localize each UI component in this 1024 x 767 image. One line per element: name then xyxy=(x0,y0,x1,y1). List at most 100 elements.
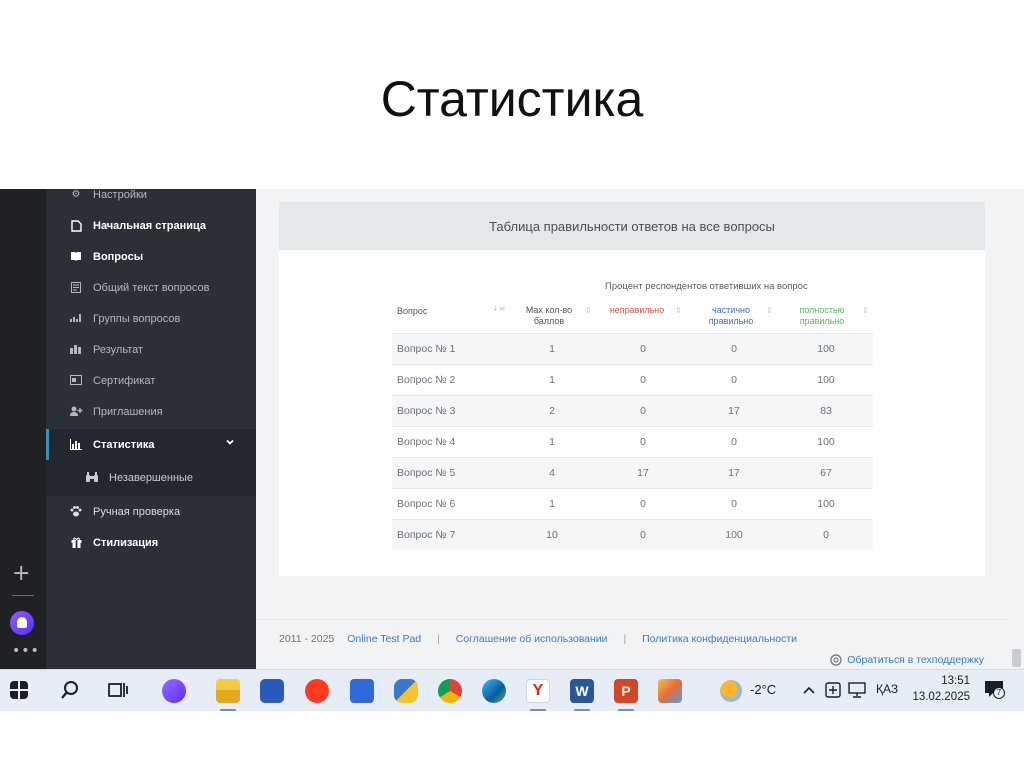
word-icon[interactable]: W xyxy=(570,679,594,703)
sidebar-item-label: Результат xyxy=(93,343,144,356)
windows-taskbar: Y W P -2°C ҚАЗ 13:51 13.02.2025 7 xyxy=(0,669,1024,711)
sidebar-item-questions[interactable]: Вопросы xyxy=(46,241,256,272)
chevron-down-icon[interactable] xyxy=(226,438,234,446)
sidebar-item-question-groups[interactable]: Группы вопросов xyxy=(46,303,256,334)
chevron-up-icon[interactable] xyxy=(803,686,815,694)
paw-icon xyxy=(70,505,82,518)
strip-divider xyxy=(12,595,34,596)
book-icon xyxy=(70,251,82,263)
sidebar-item-home[interactable]: Начальная страница xyxy=(46,210,256,241)
statistics-icon xyxy=(70,438,82,451)
alice-taskbar-icon[interactable] xyxy=(162,679,186,703)
footer-terms-link[interactable]: Соглашение об использовании xyxy=(456,633,608,645)
browser-screenshot: + ••• ⚙ Настройки Начальная страница Воп… xyxy=(0,189,1024,711)
notification-count: 7 xyxy=(993,687,1005,699)
weather-temperature[interactable]: -2°C xyxy=(750,682,776,697)
powerpoint-icon[interactable]: P xyxy=(614,679,638,703)
table-row: Вопрос № 7 10 0 100 0 xyxy=(392,519,873,550)
add-user-icon xyxy=(70,406,83,418)
sidebar-item-unfinished[interactable]: Незавершенные xyxy=(46,460,256,496)
clock-date: 13.02.2025 xyxy=(912,691,970,703)
page-scrollbar[interactable] xyxy=(1008,189,1024,669)
column-header-full[interactable]: полностью правильно xyxy=(788,305,856,327)
text-icon xyxy=(70,281,82,294)
bar-chart-icon xyxy=(70,344,82,356)
running-indicator xyxy=(220,709,236,711)
sidebar-item-label: Сертификат xyxy=(93,374,156,387)
footer-brand-link[interactable]: Online Test Pad xyxy=(347,633,421,645)
scrollbar-thumb[interactable] xyxy=(1012,649,1021,667)
clock-time: 13:51 xyxy=(941,675,970,687)
lifebuoy-icon xyxy=(830,654,842,666)
sidebar-item-label: Приглашения xyxy=(93,405,163,418)
security-icon[interactable] xyxy=(825,682,841,698)
support-label: Обратиться в техподдержку xyxy=(847,654,984,666)
table-row: Вопрос № 2 1 0 0 100 xyxy=(392,364,873,395)
sort-icon[interactable]: ⇕ xyxy=(675,306,682,315)
footer-separator: | xyxy=(437,633,440,645)
sidebar-item-label: Настройки xyxy=(93,189,147,201)
add-icon[interactable]: + xyxy=(12,561,30,586)
footer-separator: | xyxy=(623,633,627,645)
sidebar-item-label: Статистика xyxy=(93,438,155,451)
sidebar-item-label: Ручная проверка xyxy=(93,505,181,518)
search-icon[interactable] xyxy=(60,680,80,700)
sidebar-item-result[interactable]: Результат xyxy=(46,334,256,365)
notifications-button[interactable]: 7 xyxy=(984,680,1005,700)
sidebar-item-common-text[interactable]: Общий текст вопросов xyxy=(46,272,256,303)
sidebar-item-label: Вопросы xyxy=(93,250,144,263)
answers-table-card: Процент респондентов ответивших на вопро… xyxy=(279,250,985,576)
presentation-slide: Статистика + ••• ⚙ Настройки Начальная с… xyxy=(0,0,1024,767)
paint-icon[interactable] xyxy=(658,679,682,703)
sidebar-item-label: Группы вопросов xyxy=(93,312,181,325)
sort-icon[interactable]: ⇕ xyxy=(585,306,592,315)
footer-privacy-link[interactable]: Политика конфиденциальности xyxy=(642,633,797,645)
support-link[interactable]: Обратиться в техподдержку xyxy=(830,654,984,666)
weather-icon[interactable] xyxy=(720,680,742,702)
yandex-icon[interactable] xyxy=(305,679,329,703)
sidebar: ⚙ Настройки Начальная страница Вопросы О… xyxy=(46,189,256,669)
table-row: Вопрос № 3 2 0 17 83 xyxy=(392,395,873,426)
sidebar-item-settings[interactable]: ⚙ Настройки xyxy=(46,189,256,210)
file-explorer-icon[interactable] xyxy=(216,679,240,703)
sidebar-item-label: Общий текст вопросов xyxy=(93,281,210,294)
sidebar-item-invitations[interactable]: Приглашения xyxy=(46,396,256,427)
sort-icon[interactable]: ↓≡ xyxy=(492,304,505,313)
certificate-icon xyxy=(70,374,82,387)
sidebar-item-manual-check[interactable]: Ручная проверка xyxy=(46,496,256,527)
taskbar-clock[interactable]: 13:51 13.02.2025 xyxy=(912,673,970,705)
mail-icon[interactable] xyxy=(350,679,374,703)
running-indicator xyxy=(574,709,590,711)
column-header-wrong[interactable]: неправильно xyxy=(603,305,671,316)
windows-start-icon[interactable] xyxy=(10,681,28,699)
footer-years: 2011 - 2025 xyxy=(279,633,335,645)
slide-title: Статистика xyxy=(380,71,644,127)
alice-assistant-icon[interactable] xyxy=(10,611,34,635)
sidebar-item-styling[interactable]: Стилизация xyxy=(46,527,256,558)
binoculars-icon xyxy=(86,472,98,484)
table-subheader: Процент респондентов ответивших на вопро… xyxy=(605,281,808,292)
groups-icon xyxy=(70,313,82,325)
main-content: Таблица правильности ответов на все вопр… xyxy=(256,189,1008,669)
column-header-question[interactable]: Вопрос xyxy=(397,306,427,317)
gift-icon xyxy=(70,537,82,549)
edge-icon[interactable] xyxy=(482,679,506,703)
column-header-max-score[interactable]: Max кол-во баллов xyxy=(515,305,583,327)
sidebar-item-label: Незавершенные xyxy=(109,472,194,484)
network-icon[interactable] xyxy=(848,682,866,698)
keyboard-language[interactable]: ҚАЗ xyxy=(876,682,898,696)
column-header-partial[interactable]: частично правильно xyxy=(697,305,765,327)
sort-icon[interactable]: ⇕ xyxy=(862,306,869,315)
python-icon[interactable] xyxy=(394,679,418,703)
sidebar-item-statistics[interactable]: Статистика xyxy=(46,429,256,460)
running-indicator xyxy=(530,709,546,711)
chrome-icon[interactable] xyxy=(438,679,462,703)
sort-icon[interactable]: ⇕ xyxy=(766,306,773,315)
task-view-icon[interactable] xyxy=(108,681,128,699)
more-icon[interactable]: ••• xyxy=(12,643,40,659)
store-icon[interactable] xyxy=(260,679,284,703)
yandex-browser-icon[interactable]: Y xyxy=(526,679,550,703)
card-title: Таблица правильности ответов на все вопр… xyxy=(279,202,985,250)
sidebar-item-certificate[interactable]: Сертификат xyxy=(46,365,256,396)
sidebar-item-label: Начальная страница xyxy=(93,219,207,232)
